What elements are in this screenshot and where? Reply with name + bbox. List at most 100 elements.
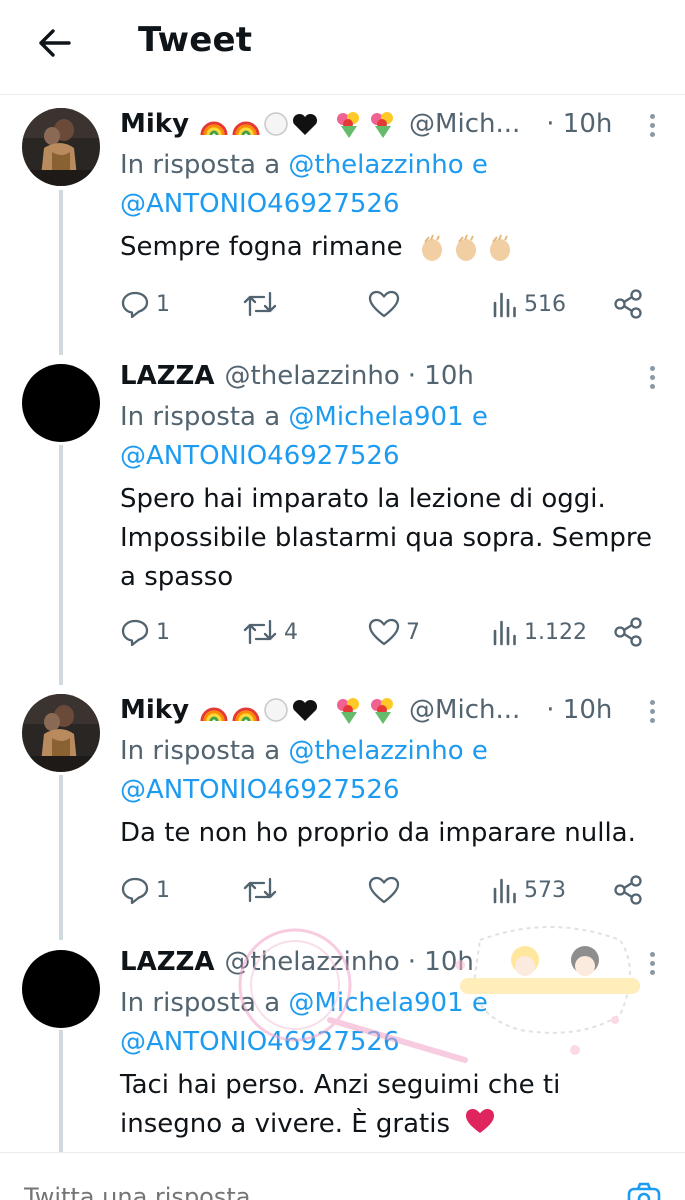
display-name[interactable]: LAZZA: [120, 947, 215, 977]
back-button[interactable]: [30, 22, 78, 64]
thread-line: [59, 1030, 63, 1152]
reply-icon: [121, 291, 149, 319]
display-name[interactable]: Miky: [120, 695, 189, 725]
reply-button[interactable]: 1: [120, 610, 170, 654]
bouquet-emoji: [337, 698, 360, 724]
like-button[interactable]: 7: [368, 610, 420, 654]
bouquet-emoji: [337, 112, 360, 138]
mention-link[interactable]: @ANTONIO46927526: [120, 441, 400, 471]
display-name[interactable]: Miky: [120, 109, 189, 139]
reply-context: In risposta a @Michela901 e @ANTONIO4692…: [120, 988, 488, 1057]
display-name[interactable]: LAZZA: [120, 361, 215, 391]
share-icon: [614, 617, 642, 647]
thread-line: [59, 445, 63, 685]
avatar[interactable]: [22, 694, 100, 772]
views-button[interactable]: 573: [492, 868, 566, 912]
tweet-text: Taci hai perso. Anzi seguimi che ti inse…: [120, 1070, 561, 1139]
white-circle-emoji: [264, 698, 288, 722]
retweet-button[interactable]: 4: [242, 610, 298, 654]
share-button[interactable]: [612, 610, 644, 654]
timestamp[interactable]: · 10h: [408, 361, 474, 391]
handle[interactable]: @thelazzinho: [225, 947, 400, 977]
views-icon: [493, 292, 516, 318]
share-icon: [614, 289, 642, 319]
reply-context: In risposta a @Michela901 e @ANTONIO4692…: [120, 402, 488, 471]
more-icon: [649, 700, 655, 705]
avatar[interactable]: [22, 364, 100, 442]
tweet-text: Da te non ho proprio da imparare nulla.: [120, 818, 636, 848]
reply-composer: [0, 1152, 685, 1200]
camera-icon[interactable]: [626, 1181, 662, 1200]
timestamp[interactable]: · 10h: [546, 695, 612, 725]
tweet-text: Sempre fogna rimane: [120, 228, 665, 267]
reply-icon: [121, 877, 149, 905]
black-heart-emoji: [293, 113, 318, 135]
bouquet-emoji: [371, 112, 394, 138]
like-button[interactable]: [368, 868, 406, 912]
rainbow-emoji: [232, 707, 260, 721]
views-icon: [493, 620, 516, 646]
avatar[interactable]: [22, 950, 100, 1028]
top-bar: Tweet: [0, 0, 685, 95]
views-button[interactable]: 1.122: [492, 610, 587, 654]
avatar[interactable]: [22, 108, 100, 186]
black-heart-emoji: [293, 699, 318, 721]
like-icon: [368, 618, 400, 646]
more-options-button[interactable]: [640, 114, 664, 144]
rainbow-emoji: [232, 121, 260, 135]
tweet-actions: 1 516: [120, 282, 660, 326]
handle[interactable]: @thelazzinho: [225, 361, 400, 391]
page-title: Tweet: [138, 20, 253, 60]
tweet-header: LAZZA @thelazzinho · 10h: [120, 358, 474, 394]
mention-link[interactable]: @thelazzinho: [288, 150, 463, 180]
tweet-header: Miky @Mich... · 10h: [120, 692, 612, 728]
reply-context: In risposta a @thelazzinho e @ANTONIO469…: [120, 736, 488, 805]
reply-button[interactable]: 1: [120, 282, 170, 326]
retweet-icon: [243, 619, 277, 645]
rainbow-emoji: [200, 707, 228, 721]
retweet-button[interactable]: [242, 282, 284, 326]
tweet-text: Spero hai imparato la lezione di oggi. I…: [120, 484, 653, 592]
share-button[interactable]: [612, 282, 644, 326]
retweet-button[interactable]: [242, 868, 284, 912]
tweet-actions: 1 573: [120, 868, 660, 912]
more-options-button[interactable]: [640, 700, 664, 730]
like-icon: [368, 876, 400, 904]
name-emojis: [199, 696, 399, 724]
mention-link[interactable]: @Michela901: [288, 988, 463, 1018]
mention-link[interactable]: @ANTONIO46927526: [120, 1027, 400, 1057]
more-options-button[interactable]: [640, 366, 664, 396]
tweet-actions: 1 4 7 1.122: [120, 610, 660, 654]
like-icon: [368, 290, 400, 318]
reply-button[interactable]: 1: [120, 868, 170, 912]
mention-link[interactable]: @thelazzinho: [288, 736, 463, 766]
reply-icon: [121, 619, 149, 647]
timestamp[interactable]: · 10h: [408, 947, 474, 977]
views-button[interactable]: 516: [492, 282, 566, 326]
mention-link[interactable]: @Michela901: [288, 402, 463, 432]
mention-link[interactable]: @ANTONIO46927526: [120, 189, 400, 219]
white-circle-emoji: [264, 112, 288, 136]
name-emojis: [199, 110, 399, 138]
back-arrow-icon: [39, 29, 71, 57]
more-icon: [649, 366, 655, 371]
views-icon: [493, 878, 516, 904]
bouquet-emoji: [371, 698, 394, 724]
handle[interactable]: @Mich...: [409, 695, 520, 725]
reply-context: In risposta a @thelazzinho e @ANTONIO469…: [120, 150, 488, 219]
tweet-header: LAZZA @thelazzinho · 10h: [120, 944, 474, 980]
retweet-icon: [243, 291, 277, 317]
share-icon: [614, 875, 642, 905]
like-button[interactable]: [368, 282, 406, 326]
tweet-header: Miky @Mich... · 10h: [120, 106, 612, 142]
share-button[interactable]: [612, 868, 644, 912]
more-icon: [649, 952, 655, 957]
retweet-icon: [243, 877, 277, 903]
timestamp[interactable]: · 10h: [546, 109, 612, 139]
more-options-button[interactable]: [640, 952, 664, 982]
thread-line: [59, 775, 63, 940]
more-icon: [649, 114, 655, 119]
reply-input[interactable]: [24, 1183, 424, 1200]
mention-link[interactable]: @ANTONIO46927526: [120, 775, 400, 805]
handle[interactable]: @Mich...: [409, 109, 520, 139]
